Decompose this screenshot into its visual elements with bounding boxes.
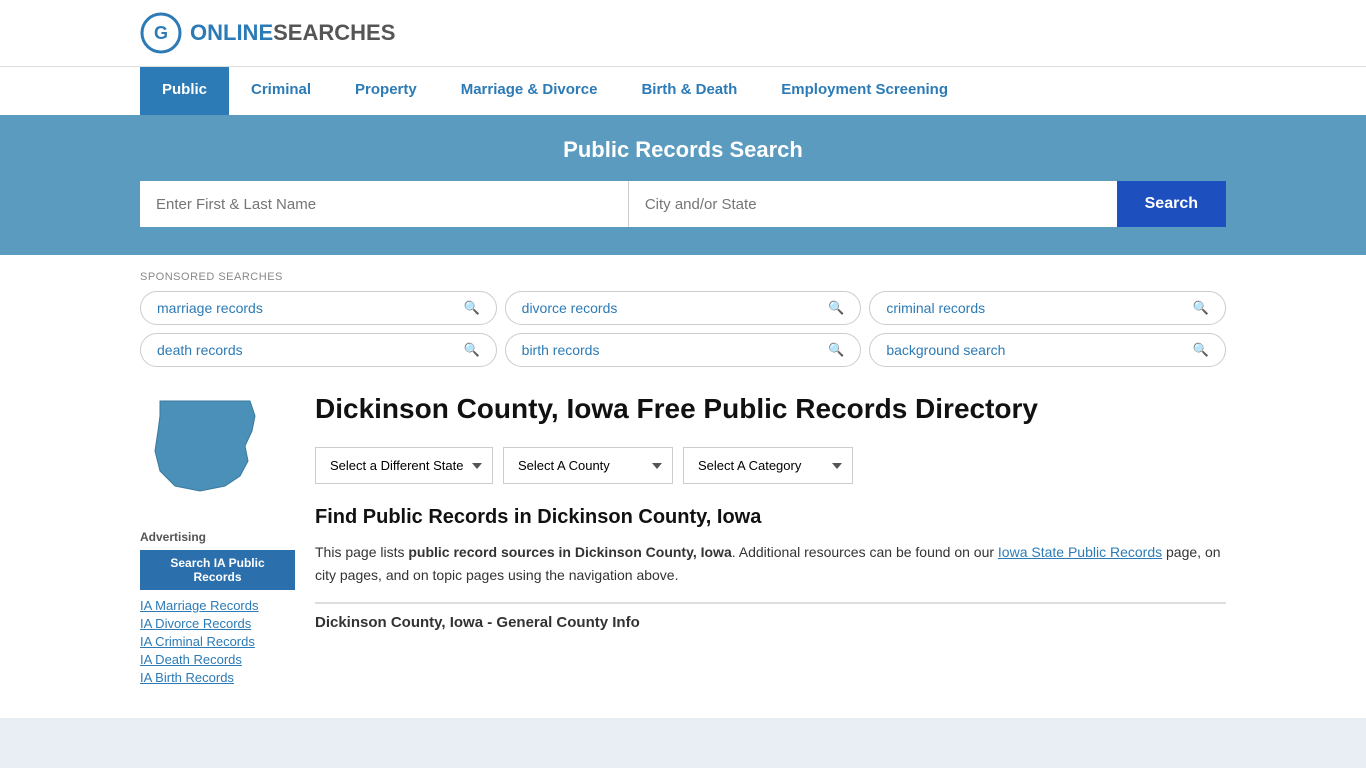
sidebar: Advertising Search IA Public Records IA … — [140, 391, 295, 688]
county-info-header: Dickinson County, Iowa - General County … — [315, 602, 1226, 631]
logo-text: ONLINESEARCHES — [190, 20, 395, 46]
search-title: Public Records Search — [140, 137, 1226, 163]
nav-property[interactable]: Property — [333, 67, 439, 115]
nav-employment[interactable]: Employment Screening — [759, 67, 970, 115]
page-title: Dickinson County, Iowa Free Public Recor… — [315, 391, 1226, 427]
sponsored-criminal[interactable]: criminal records 🔍 — [869, 291, 1226, 325]
county-dropdown[interactable]: Select A County — [503, 447, 673, 484]
search-icon-6: 🔍 — [1193, 342, 1209, 358]
iowa-map-svg — [140, 391, 270, 511]
sponsored-marriage[interactable]: marriage records 🔍 — [140, 291, 497, 325]
sidebar-link-divorce[interactable]: IA Divorce Records — [140, 616, 295, 631]
sidebar-search-button[interactable]: Search IA Public Records — [140, 550, 295, 590]
category-dropdown[interactable]: Select A Category — [683, 447, 853, 484]
main-content-area: SPONSORED SEARCHES marriage records 🔍 di… — [0, 255, 1366, 718]
sidebar-link-marriage[interactable]: IA Marriage Records — [140, 598, 295, 613]
search-icon-5: 🔍 — [828, 342, 844, 358]
sponsored-death[interactable]: death records 🔍 — [140, 333, 497, 367]
advertising-label: Advertising — [140, 530, 295, 544]
search-icon-1: 🔍 — [463, 300, 479, 316]
sponsored-divorce[interactable]: divorce records 🔍 — [505, 291, 862, 325]
sidebar-links: IA Marriage Records IA Divorce Records I… — [140, 598, 295, 685]
sponsored-grid: marriage records 🔍 divorce records 🔍 cri… — [140, 291, 1226, 367]
nav-birth-death[interactable]: Birth & Death — [619, 67, 759, 115]
state-map — [140, 391, 295, 514]
search-button[interactable]: Search — [1117, 181, 1226, 227]
search-row: Search — [140, 181, 1226, 227]
search-icon-4: 🔍 — [463, 342, 479, 358]
find-records-title: Find Public Records in Dickinson County,… — [315, 506, 1226, 529]
search-icon-2: 🔍 — [828, 300, 844, 316]
location-input[interactable] — [628, 181, 1117, 227]
sidebar-link-criminal[interactable]: IA Criminal Records — [140, 634, 295, 649]
svg-text:G: G — [154, 23, 168, 43]
sidebar-link-death[interactable]: IA Death Records — [140, 652, 295, 667]
sponsored-background[interactable]: background search 🔍 — [869, 333, 1226, 367]
sponsored-label: SPONSORED SEARCHES — [140, 271, 1226, 283]
search-section: Public Records Search Search — [0, 115, 1366, 255]
nav-public[interactable]: Public — [140, 67, 229, 115]
iowa-state-link[interactable]: Iowa State Public Records — [998, 544, 1162, 560]
name-input[interactable] — [140, 181, 628, 227]
content-area: Advertising Search IA Public Records IA … — [140, 391, 1226, 688]
logo-icon: G — [140, 12, 182, 54]
main-nav: Public Criminal Property Marriage & Divo… — [0, 66, 1366, 115]
find-records-description: This page lists public record sources in… — [315, 541, 1226, 586]
state-dropdown[interactable]: Select a Different State — [315, 447, 493, 484]
main-right-content: Dickinson County, Iowa Free Public Recor… — [315, 391, 1226, 688]
sidebar-link-birth[interactable]: IA Birth Records — [140, 670, 295, 685]
nav-criminal[interactable]: Criminal — [229, 67, 333, 115]
dropdowns-row: Select a Different State Select A County… — [315, 447, 1226, 484]
nav-marriage-divorce[interactable]: Marriage & Divorce — [439, 67, 620, 115]
logo[interactable]: G ONLINESEARCHES — [140, 12, 395, 54]
search-icon-3: 🔍 — [1193, 300, 1209, 316]
sponsored-birth[interactable]: birth records 🔍 — [505, 333, 862, 367]
site-header: G ONLINESEARCHES — [0, 0, 1366, 66]
